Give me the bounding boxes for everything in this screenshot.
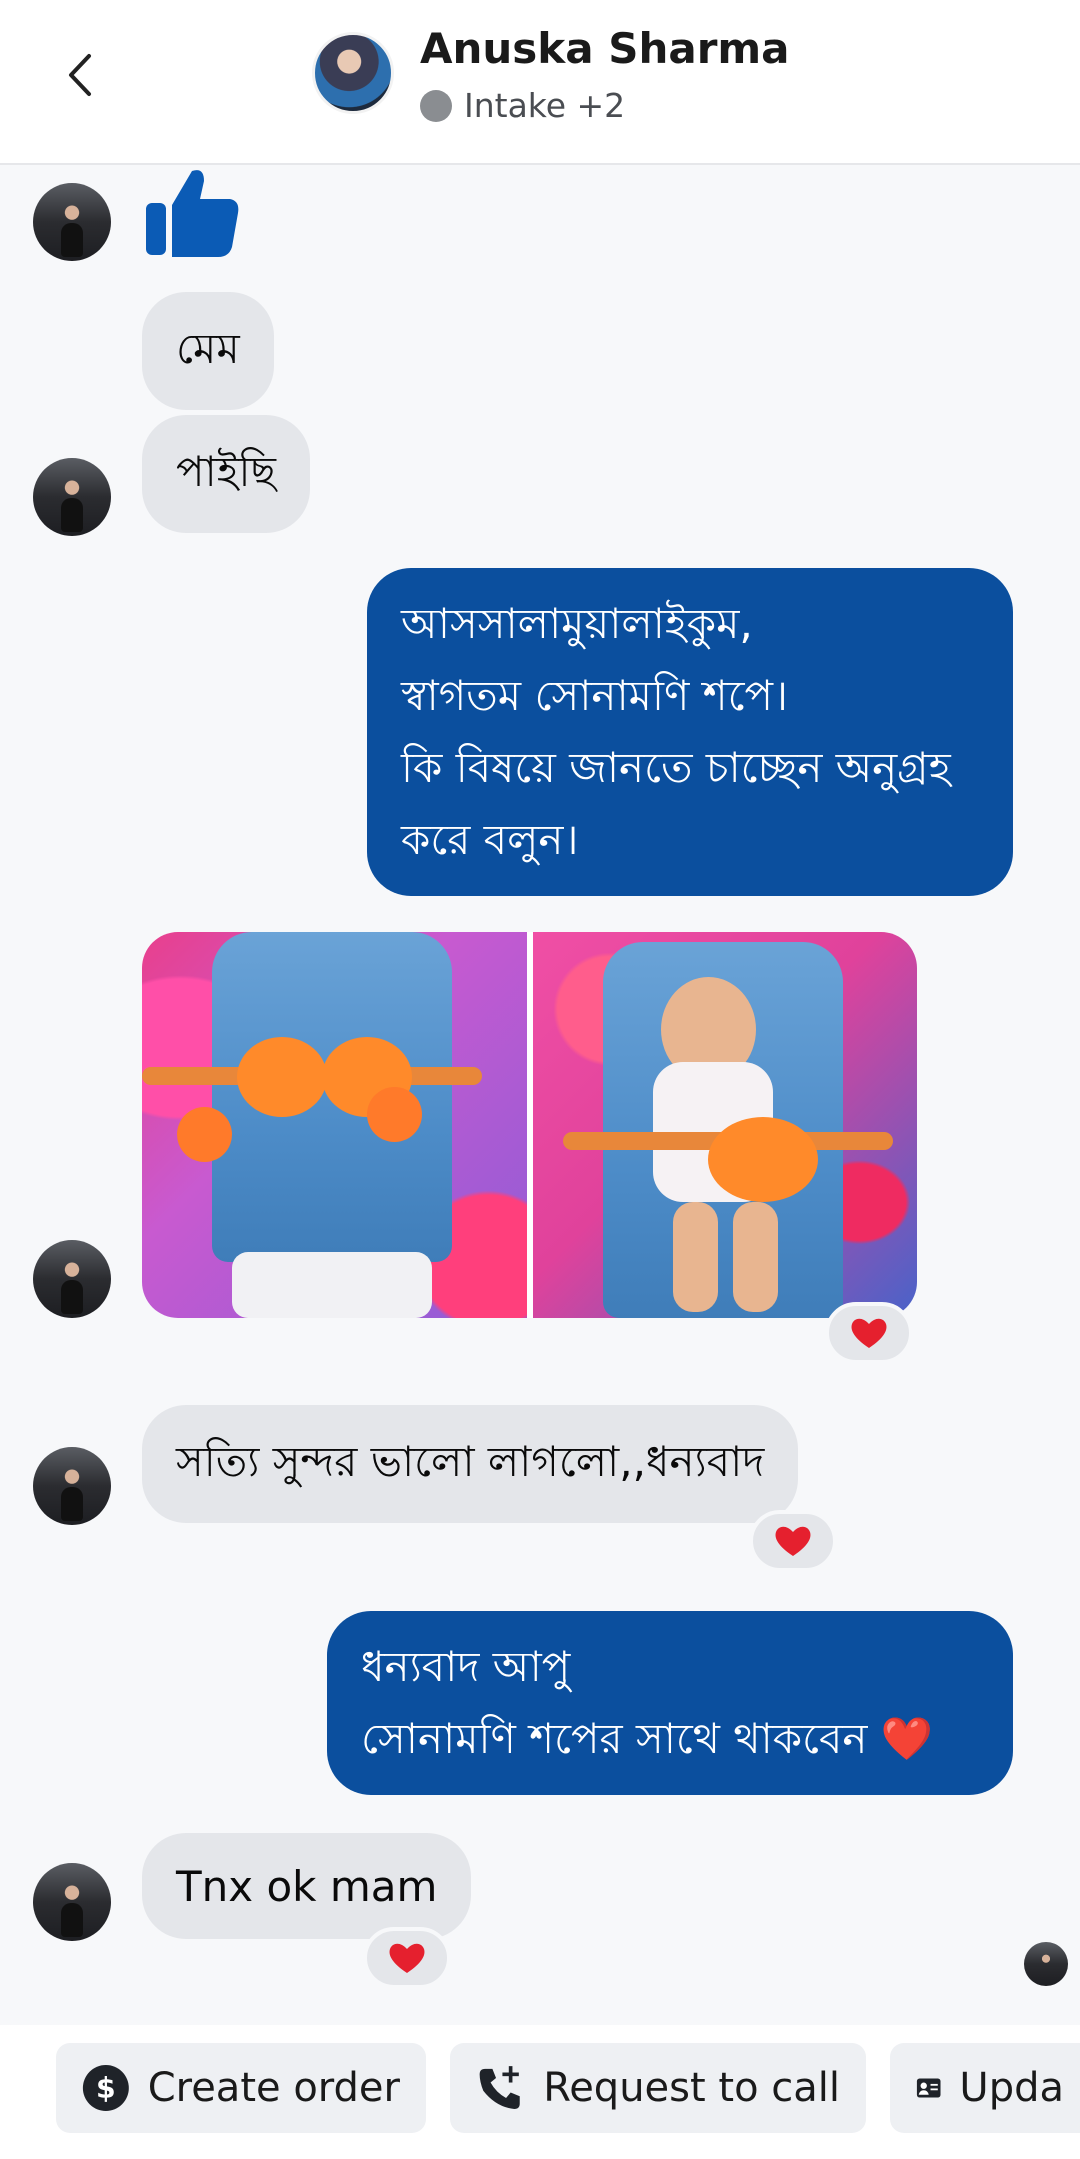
heart-icon: [775, 1526, 811, 1556]
update-contact-button[interactable]: Upda: [890, 2043, 1080, 2133]
back-button[interactable]: [50, 40, 110, 110]
message-line: কি বিষয়ে জানতে চাচ্ছেন অনুগ্রহ: [401, 743, 951, 792]
message-line: করে বলুন।: [401, 815, 579, 864]
photo-baby-in-bouncer[interactable]: [533, 932, 917, 1318]
message-line: ধন্যবাদ আপু: [361, 1642, 571, 1691]
photo-bouncer-seat[interactable]: [142, 932, 527, 1318]
message-text: মেম: [176, 323, 240, 373]
reaction-badge[interactable]: [749, 1510, 837, 1572]
status-dot-icon: [420, 89, 452, 122]
svg-text:$: $: [96, 2072, 116, 2105]
message-line: স্বাগতম সোনামণি শপে।: [401, 671, 789, 720]
sender-avatar[interactable]: [33, 458, 111, 536]
contact-name[interactable]: Anuska Sharma: [420, 24, 790, 73]
incoming-message[interactable]: সত্যি সুন্দর ভালো লাগলো,,ধন্যবাদ: [142, 1405, 799, 1523]
update-label: Upda: [959, 2065, 1064, 2111]
heart-icon: [389, 1943, 425, 1973]
dollar-icon: $: [82, 2065, 129, 2111]
heart-icon: [851, 1318, 887, 1348]
sender-avatar[interactable]: [33, 1447, 111, 1525]
contact-card-icon: [916, 2078, 941, 2098]
message-thread[interactable]: মেম পাইছি আসসালামুয়ালাইকুম, স্বাগতম সোন…: [0, 165, 1080, 2025]
sender-avatar[interactable]: [33, 183, 111, 261]
sender-avatar[interactable]: [33, 1863, 111, 1941]
message-line: আসসালামুয়ালাইকুম,: [401, 599, 753, 648]
message-text: পাইছি: [176, 446, 277, 496]
create-order-label: Create order: [147, 2065, 400, 2111]
sender-avatar[interactable]: [33, 1240, 111, 1318]
contact-status[interactable]: Intake +2: [420, 86, 625, 125]
status-label: Intake +2: [464, 86, 626, 125]
message-text: Tnx ok mam: [176, 1861, 438, 1911]
incoming-message[interactable]: পাইছি: [142, 415, 311, 533]
outgoing-message[interactable]: আসসালামুয়ালাইকুম, স্বাগতম সোনামণি শপে। …: [367, 568, 1013, 896]
message-text: সত্যি সুন্দর ভালো লাগলো,,ধন্যবাদ: [176, 1436, 765, 1486]
request-call-button[interactable]: Request to call: [450, 2043, 866, 2133]
photo-attachment[interactable]: [142, 932, 917, 1318]
quick-actions-bar: $ Create order Request to call Upda: [0, 2025, 1080, 2159]
create-order-button[interactable]: $ Create order: [56, 2043, 426, 2133]
reaction-badge[interactable]: [825, 1302, 913, 1364]
seen-receipt-avatar: [1024, 1942, 1068, 1986]
outgoing-message[interactable]: ধন্যবাদ আপু সোনামণি শপের সাথে থাকবেন ❤️: [327, 1611, 1013, 1795]
chevron-left-icon: [69, 54, 91, 96]
phone-plus-icon: [479, 2066, 520, 2109]
incoming-message[interactable]: Tnx ok mam: [142, 1833, 472, 1939]
request-call-label: Request to call: [543, 2065, 840, 2111]
message-line: সোনামণি শপের সাথে থাকবেন ❤️: [361, 1714, 934, 1763]
contact-avatar[interactable]: [312, 32, 394, 114]
reaction-badge[interactable]: [363, 1927, 451, 1989]
thumbs-up-icon[interactable]: [142, 165, 242, 265]
incoming-message[interactable]: মেম: [142, 292, 274, 410]
chat-header: Anuska Sharma Intake +2: [0, 0, 1080, 165]
